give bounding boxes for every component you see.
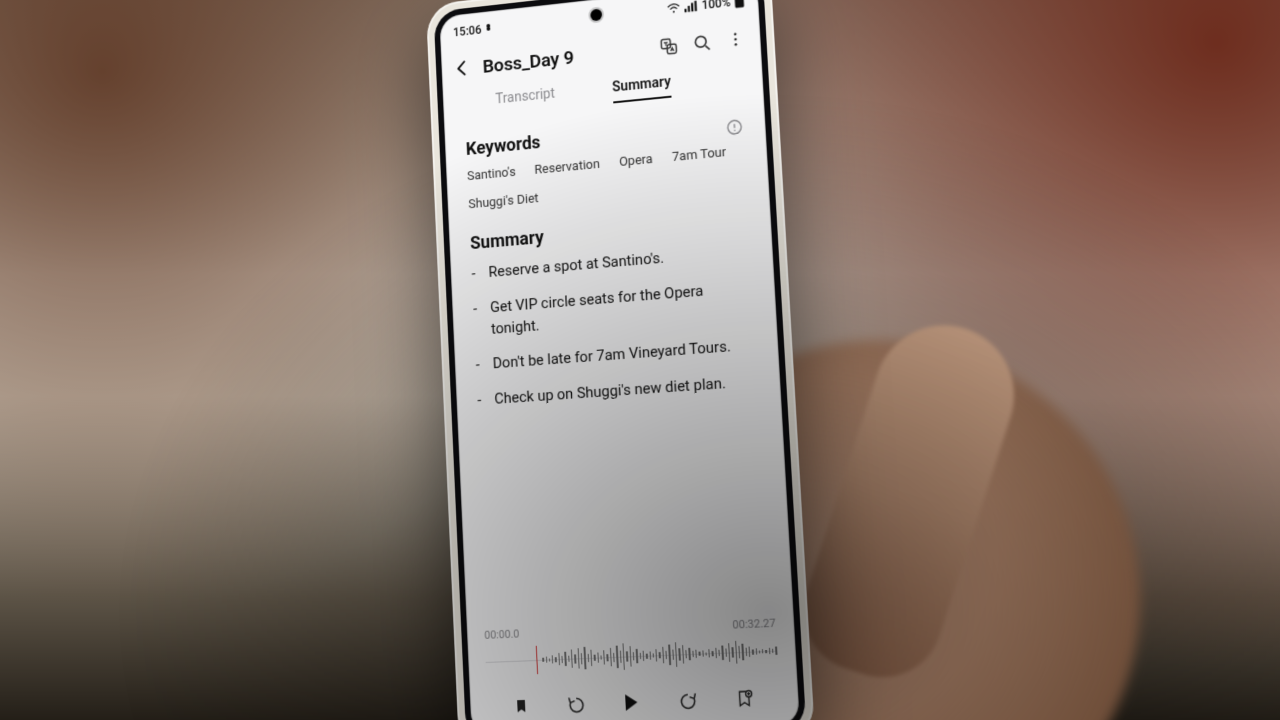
keywords-heading: Keywords	[465, 132, 540, 160]
phone-screen: 15:06	[439, 0, 800, 720]
keyword-chip[interactable]: Santino's	[467, 165, 516, 184]
background-photo: 15:06	[0, 0, 1280, 720]
time-current: 00:00.0	[484, 627, 520, 642]
keyword-chip[interactable]: Opera	[619, 152, 653, 170]
play-icon	[625, 694, 638, 711]
summary-item: Don't be late for 7am Vineyard Tours.	[475, 334, 756, 376]
translate-button[interactable]	[655, 32, 682, 60]
forward-button[interactable]	[672, 685, 704, 717]
keyword-chip[interactable]: Shuggi's Diet	[468, 191, 539, 212]
bookmark-button[interactable]	[506, 690, 536, 720]
page-title: Boss_Day 9	[482, 37, 649, 77]
wifi-icon	[666, 2, 680, 15]
rewind-button[interactable]	[561, 689, 592, 720]
bookmark-add-button[interactable]	[728, 683, 760, 715]
search-button[interactable]	[689, 29, 716, 57]
mic-indicator-icon	[487, 27, 491, 31]
play-button[interactable]	[616, 687, 647, 719]
more-options-button[interactable]	[722, 25, 749, 53]
summary-item: Check up on Shuggi's new diet plan.	[477, 371, 759, 412]
audio-player: 00:00.0 00:32.27	[467, 616, 800, 720]
time-total: 00:32.27	[732, 616, 776, 631]
signal-icon	[684, 0, 698, 13]
summary-list: Reserve a spot at Santino's. Get VIP cir…	[471, 240, 758, 411]
phone-frame: 15:06	[426, 0, 815, 720]
content-area: Keywords Santino's Reser	[444, 88, 781, 413]
battery-icon	[734, 0, 745, 9]
status-time: 15:06	[453, 23, 482, 40]
back-button[interactable]	[449, 53, 476, 83]
info-icon[interactable]	[725, 117, 744, 137]
summary-item: Get VIP circle seats for the Opera tonig…	[473, 276, 755, 341]
battery-percent: 100%	[701, 0, 731, 12]
